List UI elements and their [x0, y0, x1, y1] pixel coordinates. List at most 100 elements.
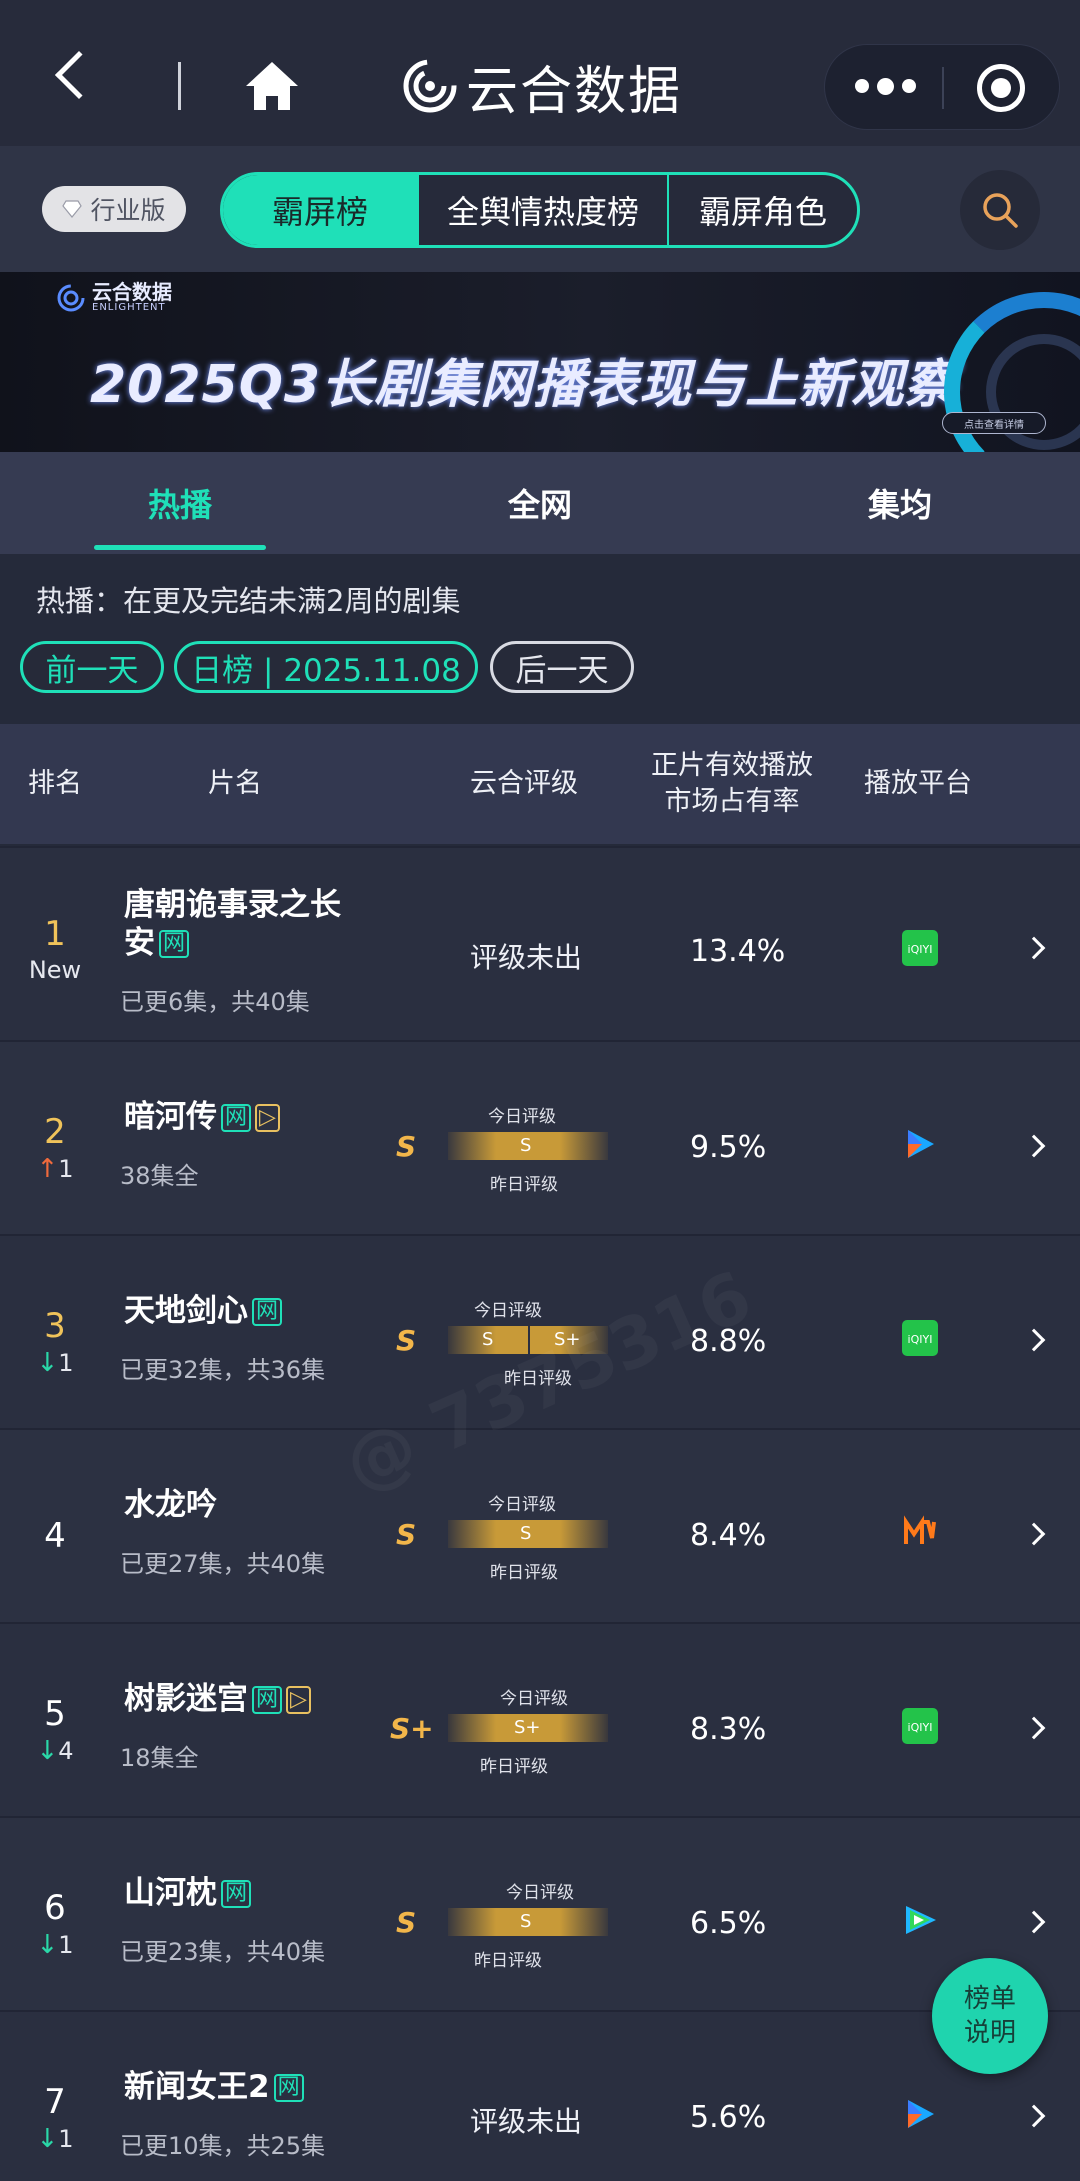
arrow-down-icon: ↓ — [36, 1348, 59, 1378]
arrow-down-icon: ↓ — [36, 1736, 59, 1766]
yesterday-grade: S+ — [390, 1712, 434, 1745]
episode-status: 已更23集，共40集 — [120, 1938, 326, 1966]
show-title: 唐朝诡事录之长 安网 — [124, 887, 341, 961]
episode-status: 已更10集，共25集 — [120, 2132, 326, 2160]
today-grade-label: 今日评级 — [506, 1883, 574, 1903]
episode-status: 已更6集，共40集 — [120, 988, 310, 1016]
yesterday-grade: S — [396, 1324, 417, 1357]
market-share: 13.4% — [690, 934, 786, 969]
col-rating: 云合评级 — [470, 768, 578, 799]
divider — [178, 62, 181, 110]
yesterday-grade: S — [396, 1518, 417, 1551]
chevron-right-icon[interactable] — [1022, 1522, 1046, 1546]
grade-bar: S+ — [448, 1714, 608, 1742]
market-share: 8.4% — [690, 1518, 767, 1553]
table-row[interactable]: 1 New 唐朝诡事录之长 安网 已更6集，共40集 评级未出 13.4% iQ… — [0, 846, 1080, 1040]
segment-public-opinion[interactable]: 全舆情热度榜 — [417, 175, 667, 245]
web-drama-tag: 网 — [252, 1686, 283, 1714]
rank-number: 2 — [44, 1112, 66, 1152]
home-icon[interactable] — [244, 60, 300, 112]
brand-logo-icon — [403, 59, 457, 113]
episode-status: 已更27集，共40集 — [120, 1550, 326, 1578]
show-title: 树影迷宫网 ▷ — [124, 1680, 311, 1718]
web-drama-tag: 网 — [221, 1104, 252, 1132]
fast-forward-tag: ▷ — [255, 1104, 280, 1132]
tab-per-episode[interactable]: 集均 — [814, 452, 986, 554]
col-platform: 播放平台 — [864, 768, 972, 799]
top-nav-bar: 云合数据 — [0, 0, 1080, 146]
next-day-button[interactable]: 后一天 — [490, 641, 634, 693]
rank-trend: ↑1 — [36, 1154, 74, 1184]
list-description: 热播：在更及完结未满2周的剧集 — [36, 584, 461, 618]
yesterday-grade-label: 昨日评级 — [480, 1757, 548, 1777]
tab-hot[interactable]: 热播 — [94, 452, 266, 554]
chevron-right-icon[interactable] — [1022, 1716, 1046, 1740]
svg-text:iQIYI: iQIYI — [908, 1721, 933, 1734]
edition-badge[interactable]: 行业版 — [42, 186, 186, 232]
rank-trend: ↓1 — [36, 2124, 74, 2154]
episode-status: 18集全 — [120, 1744, 199, 1772]
yesterday-grade-label: 昨日评级 — [490, 1563, 558, 1583]
rank-trend: ↓1 — [36, 1930, 74, 1960]
mini-program-capsule — [824, 44, 1060, 130]
chevron-right-icon[interactable] — [1022, 1910, 1046, 1934]
iqiyi-icon: iQIYI — [902, 1708, 938, 1744]
rating-status: 评级未出 — [470, 2105, 583, 2138]
table-row[interactable]: 4 水龙吟 已更27集，共40集 S 今日评级 S 昨日评级 8.4% — [0, 1428, 1080, 1622]
yesterday-grade-label: 昨日评级 — [474, 1951, 542, 1971]
date-picker[interactable]: 日榜 | 2025.11.08 — [174, 641, 478, 693]
yesterday-grade: S — [396, 1130, 417, 1163]
segment-bapingbang[interactable]: 霸屏榜 — [223, 175, 417, 245]
table-row[interactable]: 5 ↓4 树影迷宫网 ▷ 18集全 S+ 今日评级 S+ 昨日评级 8.3% iQ… — [0, 1622, 1080, 1816]
chevron-right-icon[interactable] — [1022, 2104, 1046, 2128]
web-drama-tag: 网 — [273, 2074, 304, 2102]
mgtv-icon — [904, 1515, 936, 1544]
svg-text:iQIYI: iQIYI — [908, 1333, 933, 1346]
yesterday-grade: S — [396, 1906, 417, 1939]
segment-roles[interactable]: 霸屏角色 — [667, 175, 857, 245]
chevron-right-icon[interactable] — [1022, 936, 1046, 960]
more-icon[interactable] — [855, 77, 916, 95]
search-button[interactable] — [960, 170, 1040, 250]
table-row[interactable]: 6 ↓1 山河枕网 已更23集，共40集 S 今日评级 S 昨日评级 6.5% — [0, 1816, 1080, 2010]
rank-number: 4 — [44, 1516, 66, 1556]
today-grade-label: 今日评级 — [474, 1301, 542, 1321]
rank-number: 6 — [44, 1888, 66, 1928]
rank-trend: ↓4 — [36, 1736, 74, 1766]
fast-forward-tag: ▷ — [286, 1686, 311, 1714]
show-title: 暗河传网 ▷ — [124, 1098, 280, 1136]
market-share: 8.3% — [690, 1712, 767, 1747]
prev-day-button[interactable]: 前一天 — [20, 641, 164, 693]
rank-number: 5 — [44, 1694, 66, 1734]
ranking-type-switch: 霸屏榜 全舆情热度榜 霸屏角色 — [220, 172, 860, 248]
table-row[interactable]: 2 ↑1 暗河传网 ▷ 38集全 S 今日评级 S 昨日评级 9.5% — [0, 1040, 1080, 1234]
table-row[interactable]: 7 ↓1 新闻女王2 网 已更10集，共25集 评级未出 5.6% — [0, 2010, 1080, 2181]
chevron-right-icon[interactable] — [1022, 1328, 1046, 1352]
back-icon[interactable] — [54, 50, 104, 100]
search-icon — [983, 193, 1018, 228]
col-share: 正片有效播放 市场占有率 — [651, 750, 813, 817]
tab-all-network[interactable]: 全网 — [454, 452, 626, 554]
chevron-right-icon[interactable] — [1022, 1134, 1046, 1158]
ranking-info-button[interactable]: 榜单 说明 — [932, 1958, 1048, 2074]
episode-status: 38集全 — [120, 1162, 199, 1190]
banner-logo-cn: 云合数据 — [92, 280, 172, 304]
edition-label: 行业版 — [90, 196, 166, 225]
banner-more-button[interactable]: 点击查看详情 — [942, 412, 1046, 434]
banner-logo: 云合数据 ENLIGHTENT — [56, 282, 172, 313]
web-drama-tag: 网 — [252, 1298, 283, 1326]
col-rank: 排名 — [28, 768, 82, 799]
show-title: 天地剑心网 — [124, 1292, 283, 1330]
market-share: 6.5% — [690, 1906, 767, 1941]
grade-bar: S — [448, 1520, 608, 1548]
today-grade-label: 今日评级 — [488, 1107, 556, 1127]
brand-name: 云合数据 — [466, 61, 683, 122]
promo-banner[interactable]: 云合数据 ENLIGHTENT 2025Q3长剧集网播表现与上新观察 点击查看详… — [0, 272, 1080, 452]
market-share: 9.5% — [690, 1130, 767, 1165]
web-drama-tag: 网 — [221, 1880, 252, 1908]
svg-text:iQIYI: iQIYI — [908, 943, 933, 956]
iqiyi-icon: iQIYI — [902, 930, 938, 966]
today-grade-label: 今日评级 — [500, 1689, 568, 1709]
grade-bar: S — [448, 1908, 608, 1936]
close-program-icon[interactable] — [977, 64, 1025, 112]
